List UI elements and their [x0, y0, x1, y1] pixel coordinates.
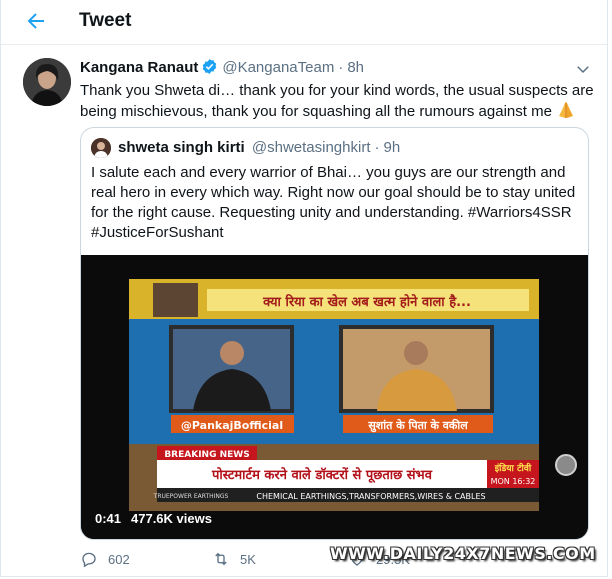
back-arrow-icon[interactable] — [24, 9, 48, 33]
quoted-tweet-time: 9h — [383, 139, 401, 156]
retweet-button[interactable]: 5K — [212, 548, 256, 570]
avatar[interactable] — [23, 58, 71, 106]
video-right-guest-label: सुशांत के पिता के वकील — [367, 418, 468, 433]
author-name[interactable]: Kangana Ranaut — [80, 59, 198, 76]
video-frame: क्या रिया का खेल अब खत्म होने वाला है...… — [81, 255, 588, 539]
retweet-icon — [215, 552, 227, 566]
tweet-body: Thank you Shweta di… thank you for your … — [80, 82, 594, 120]
tweet-page: Tweet Kangana Ranaut @KanganaTeam · 8h Than… — [0, 0, 608, 577]
reply-count: 602 — [108, 551, 130, 567]
page-header: Tweet — [1, 0, 607, 45]
tweet-text: Thank you Shweta di… thank you for your … — [80, 81, 595, 122]
video-loading-icon — [555, 454, 577, 476]
quoted-time-separator: · — [374, 139, 380, 156]
quoted-avatar — [91, 138, 111, 158]
video-views: 477.6K views — [131, 511, 212, 526]
tweet-time[interactable]: 8h — [347, 59, 364, 76]
watermark: WWW.DAILY24X7NEWS.COM — [330, 544, 596, 563]
video-left-guest-label: @PankajBofficial — [181, 419, 283, 432]
video-ticker-bottom: CHEMICAL EARTHINGS,TRANSFORMERS,WIRES & … — [256, 492, 485, 501]
retweet-count: 5K — [240, 551, 256, 567]
video-breaking-tag: BREAKING NEWS — [164, 450, 249, 460]
quoted-author-name: shweta singh kirti — [118, 139, 245, 156]
video-player[interactable]: क्या रिया का खेल अब खत्म होने वाला है...… — [81, 255, 588, 539]
quoted-tweet-text: I salute each and every warrior of Bhai…… — [91, 164, 576, 241]
video-clock: MON 16:32 — [491, 477, 536, 486]
time-separator: · — [338, 59, 344, 76]
chevron-down-icon[interactable] — [574, 60, 592, 78]
author-handle[interactable]: @KanganaTeam — [222, 59, 334, 76]
video-headline-banner: क्या रिया का खेल अब खत्म होने वाला है... — [262, 294, 471, 310]
reply-button[interactable]: 602 — [80, 548, 130, 570]
quoted-author-handle: @shwetasinghkirt — [251, 139, 371, 156]
quoted-author-row: shweta singh kirti @shwetasinghkirt · 9h — [118, 139, 400, 156]
quoted-tweet[interactable]: shweta singh kirti @shwetasinghkirt · 9h I… — [80, 127, 589, 540]
video-ticker-main: पोस्टमार्टम करने वाले डॉक्टरों से पूछताछ… — [211, 467, 433, 483]
folded-hands-emoji-icon — [556, 101, 576, 119]
tweet-author-row: Kangana Ranaut @KanganaTeam · 8h — [80, 58, 364, 76]
verified-badge-icon — [201, 58, 218, 75]
page-title: Tweet — [79, 10, 132, 31]
reply-icon — [82, 552, 96, 568]
video-channel-logo: इंडिया टीवी — [494, 462, 532, 474]
video-duration: 0:41 — [95, 511, 122, 526]
video-sponsor: TRUEPOWER EARTHINGS — [153, 493, 229, 500]
